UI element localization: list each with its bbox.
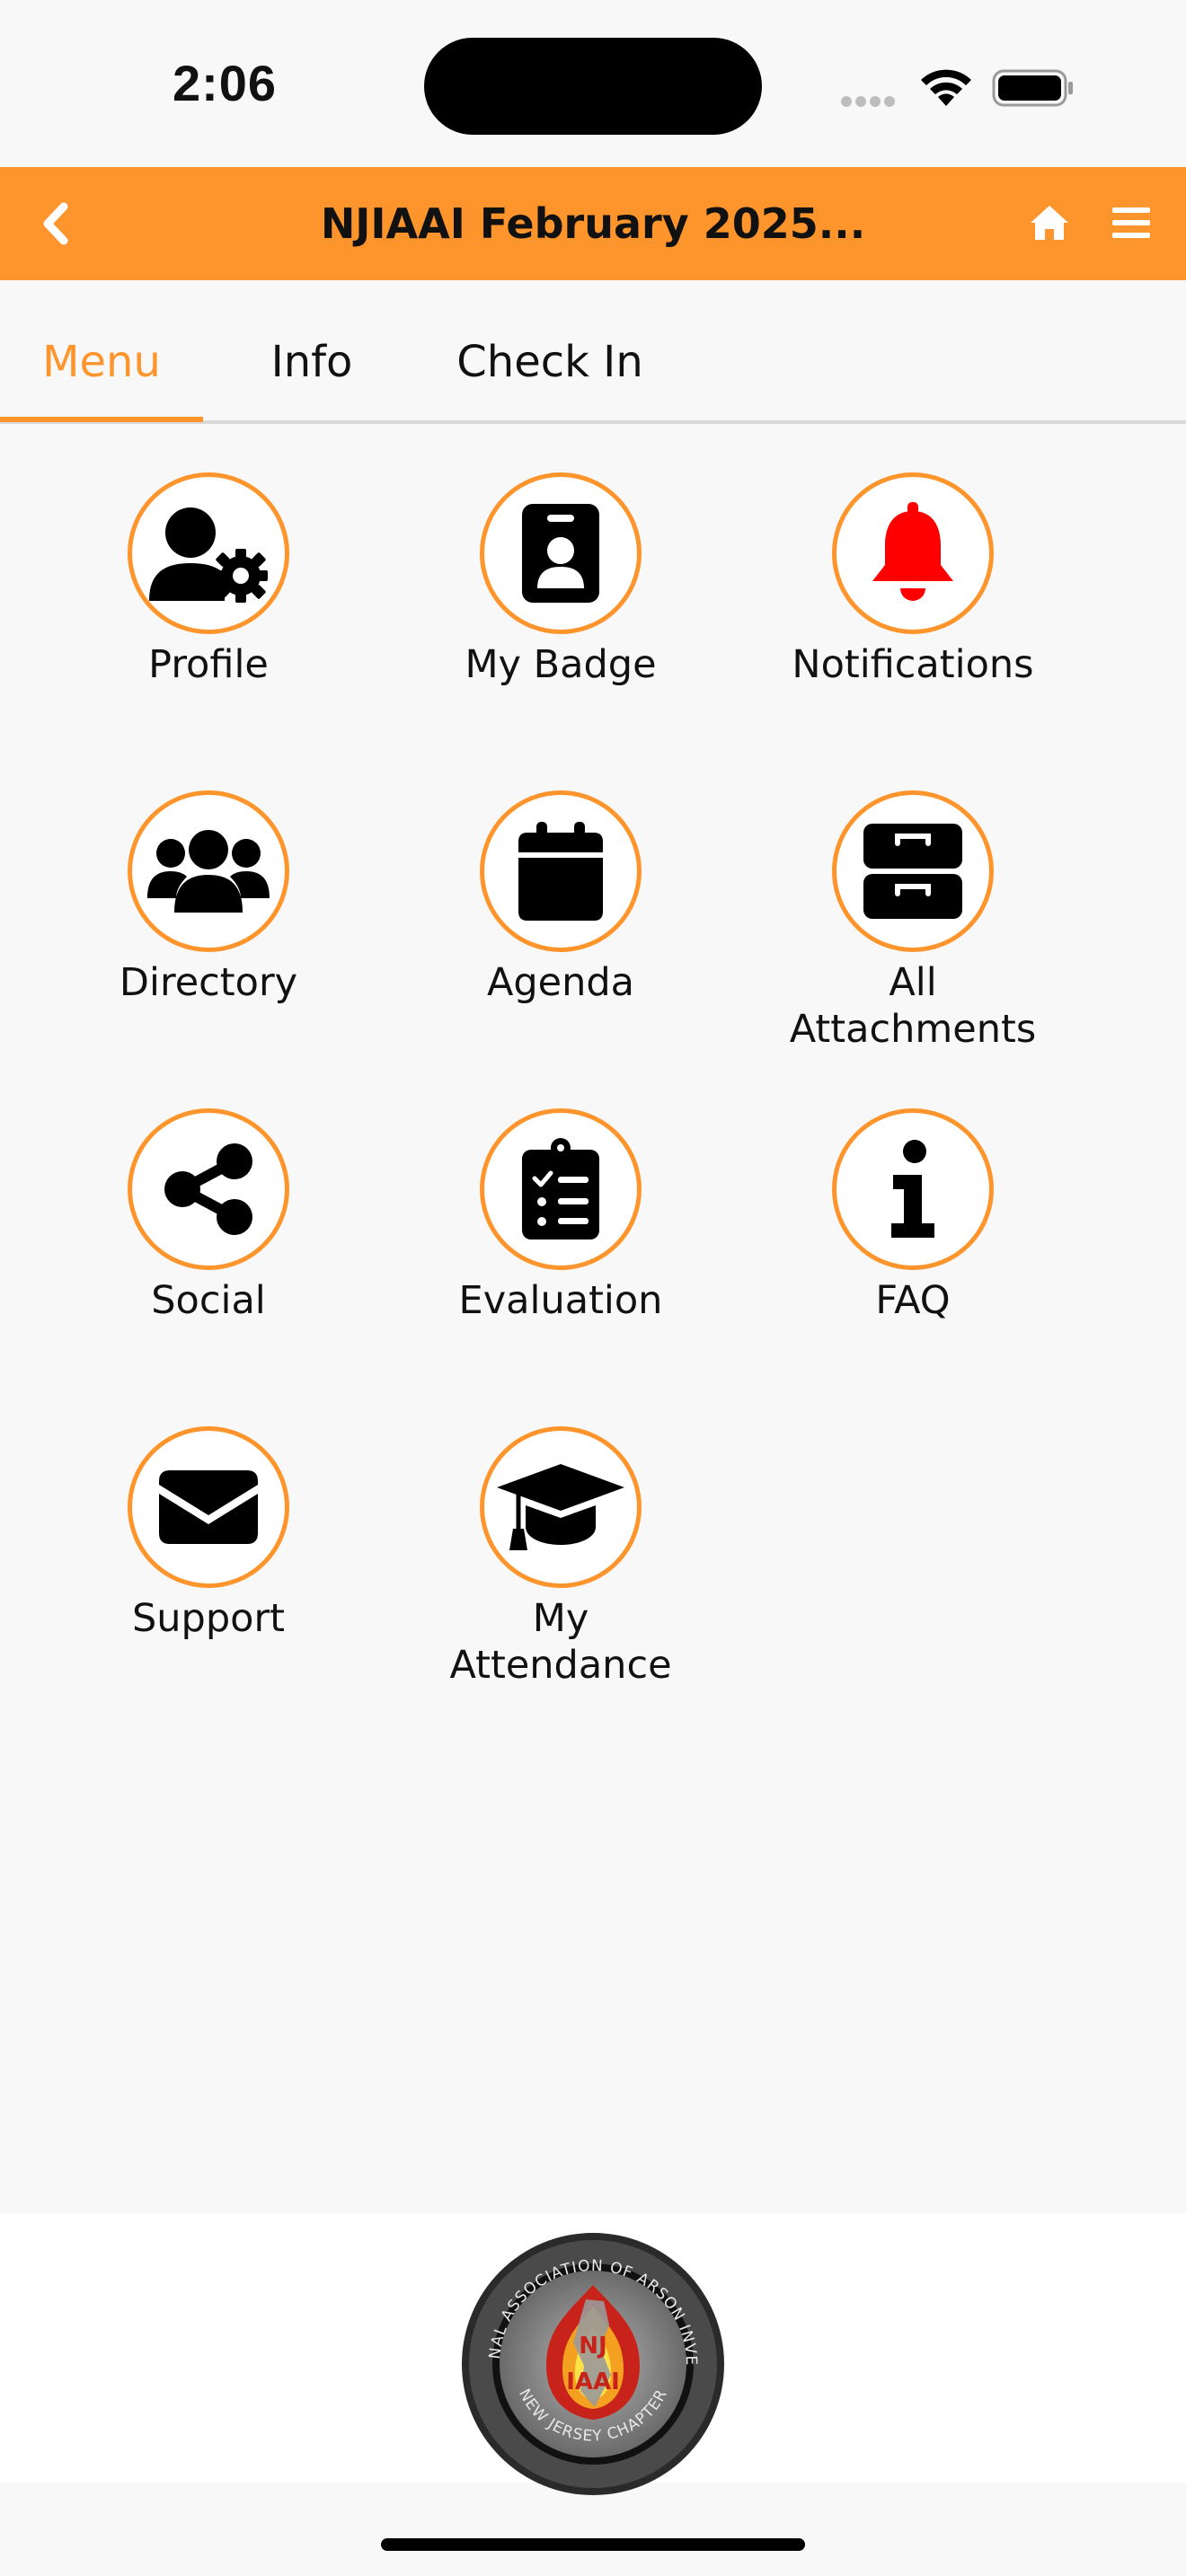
svg-text:NJ: NJ [579,2333,606,2360]
menu-item-my-badge[interactable]: My Badge [426,472,695,688]
tab-check-in[interactable]: Check In [431,280,668,420]
info-icon [891,1140,934,1238]
hamburger-menu-button[interactable] [1109,194,1154,251]
calendar-icon [518,822,603,921]
graduation-cap-icon [497,1464,624,1550]
tab-bar: Menu Info Check In [0,280,1186,424]
menu-item-label: Directory [119,960,298,1005]
share-icon [164,1143,252,1235]
id-badge-icon [522,504,599,603]
njiaai-logo: INTERNATIONAL ASSOCIATION OF ARSON INVES… [460,2231,724,2495]
tab-menu[interactable]: Menu [0,280,203,420]
menu-item-label: Support [132,1596,285,1641]
home-icon [1031,206,1068,240]
clipboard-list-icon [522,1138,599,1239]
back-button[interactable] [29,190,83,257]
cellular-signal-icon [841,93,898,110]
chevron-left-icon [43,202,68,245]
bell-icon [872,502,953,601]
menu-item-label: Social [151,1278,266,1323]
active-tab-indicator [0,417,203,422]
wifi-icon [921,69,971,106]
envelope-icon [159,1470,258,1544]
menu-item-label: Profile [148,642,269,687]
menu-item-all-attachments[interactable]: All Attachments [778,790,1048,1053]
menu-item-label: Agenda [486,960,635,1005]
menu-item-agenda[interactable]: Agenda [426,790,695,1006]
menu-item-notifications[interactable]: Notifications [778,472,1048,688]
status-bar: 2:06 [0,0,1186,167]
app-header: NJIAAI February 2025... [0,167,1186,280]
menu-item-faq[interactable]: FAQ [778,1108,1048,1324]
menu-item-label: Notifications [792,642,1034,687]
tab-info[interactable]: Info [243,280,381,420]
battery-icon [992,69,1073,107]
svg-text:IAAI: IAAI [566,2369,620,2395]
file-cabinet-icon [863,824,962,919]
menu-item-label: My Badge [465,642,657,687]
dynamic-island [424,38,762,135]
menu-item-label: All Attachments [789,960,1037,1052]
menu-item-profile[interactable]: Profile [74,472,343,688]
hamburger-icon [1112,207,1150,238]
home-indicator[interactable] [381,2538,805,2551]
menu-item-support[interactable]: Support [74,1426,343,1642]
menu-item-label: My Attendance [449,1596,672,1688]
page-title: NJIAAI February 2025... [320,199,866,248]
menu-item-label: Evaluation [458,1278,663,1323]
menu-item-label: FAQ [875,1278,951,1323]
footer: INTERNATIONAL ASSOCIATION OF ARSON INVES… [0,2213,1186,2495]
menu-item-social[interactable]: Social [74,1108,343,1324]
status-time: 2:06 [172,55,278,111]
menu-item-directory[interactable]: Directory [74,790,343,1006]
user-gear-icon [149,507,268,603]
home-button[interactable] [1024,194,1075,251]
menu-item-evaluation[interactable]: Evaluation [426,1108,695,1324]
menu-item-my-attendance[interactable]: My Attendance [426,1426,695,1689]
users-icon [147,830,270,913]
